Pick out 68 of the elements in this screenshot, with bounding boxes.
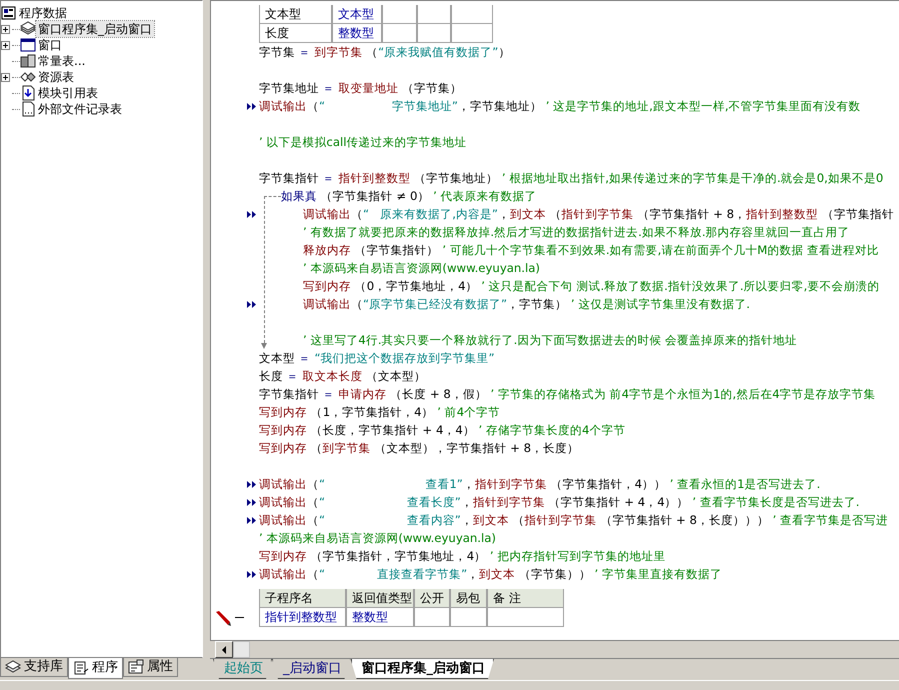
code-line: 字节集指针 ＝ 申请内存 （长度 + 8，假） ’ 字节集的存储格式为 前4字节是个永恒为1的,然后在4字节是存放字节集 bbox=[259, 386, 876, 403]
table-cell bbox=[451, 5, 493, 24]
table-cell bbox=[382, 24, 417, 43]
window-icon bbox=[20, 37, 36, 53]
comment-line: ’ 本源码来自易语言资源网(www.eyuyan.la) bbox=[302, 260, 540, 277]
code-line: 写到内存 （字节集指针，字节集地址，4） ’ 把内存指针写到字节集的地址里 bbox=[259, 548, 666, 565]
tree-item[interactable]: 模块引用表 bbox=[36, 85, 100, 101]
comment-line: ’ 本源码来自易语言资源网(www.eyuyan.la) bbox=[259, 530, 496, 547]
code-line: 调试输出（“ 查看长度”，指针到字节集 （字节集指针 + 4，4）） ’ 查看字节集长度是否写进去了. bbox=[259, 494, 860, 511]
column-header: 返回值类型 bbox=[346, 589, 414, 608]
column-header: 公开 bbox=[414, 589, 450, 608]
scroll-thumb[interactable] bbox=[233, 641, 250, 658]
code-line: 调试输出（“ 查看1”，指针到字节集 （字节集指针，4）） ’ 查看永恒的1是否写进去了. bbox=[259, 476, 820, 493]
document-pen-icon bbox=[73, 660, 89, 676]
table-cell bbox=[417, 24, 451, 43]
document-icon bbox=[20, 101, 36, 117]
comment-line: ’ 这里写了4行.其实只要一个释放就行了.因为下面写数据进去的时候 会覆盖掉原来的指针地址 bbox=[302, 332, 798, 349]
tree-item[interactable]: 窗口程序集_启动窗口 bbox=[36, 21, 154, 37]
table-cell bbox=[382, 5, 417, 24]
code-line: 字节集指针 ＝ 指针到整数型 （字节集地址） ’ 根据地址取出指针,如果传递过来的字节集是干净的.就会是0,如果不是0 bbox=[259, 170, 884, 187]
panel-tab[interactable]: 属性 bbox=[123, 658, 178, 677]
table-cell: 整数型 bbox=[346, 608, 414, 627]
tree-item[interactable]: 窗口 bbox=[36, 37, 64, 53]
expand-button[interactable] bbox=[1, 72, 10, 82]
table-cell bbox=[414, 608, 450, 627]
table-cell bbox=[451, 24, 493, 43]
code-line: 调试输出（“ 原来有数据了,内容是”，到文本 （指针到字节集 （字节集指针 + 8，指针到整数型 （字节集指针 bbox=[302, 206, 894, 223]
table-cell: 整数型 bbox=[332, 24, 382, 43]
document-tab[interactable]: _启动窗口 bbox=[272, 659, 350, 679]
table-cell: 文本型 bbox=[332, 5, 382, 24]
code-line: 长度 ＝ 取文本长度 （文本型） bbox=[259, 368, 426, 385]
code-line: 调试输出（“原字节集已经没有数据了”，字节集） ’ 这仅是测试字节集里没有数据了. bbox=[302, 296, 750, 313]
code-line: 释放内存 （字节集指针） ’ 可能几十个字节集看不到效果.如有需要,请在前面弄个几十M的数据 查看进程对比 bbox=[302, 242, 880, 259]
code-line: 调试输出（“ 字节集地址”，字节集地址） ’ 这是字节集的地址,跟文本型一样,不管字节集里面有没有数 bbox=[259, 98, 861, 115]
column-header: 子程序名 bbox=[259, 589, 346, 608]
tree-item[interactable]: 程序数据 bbox=[17, 5, 69, 21]
table-cell: 指针到整数型 bbox=[259, 608, 346, 627]
code-line: 写到内存 （长度，字节集指针 + 4，4） ’ 存储字节集长度的4个字节 bbox=[259, 422, 626, 439]
tree-item[interactable]: 外部文件记录表 bbox=[36, 101, 124, 117]
code-line: 调试输出（“ 查看内容”，到文本 （指针到字节集 （字节集指针 + 8，长度））） ’ 查看字节集是否写进 bbox=[259, 512, 888, 529]
code-line: 调试输出（“ 直接查看字节集”，到文本 （字节集）） ’ 字节集里直接有数据了 bbox=[259, 566, 722, 583]
tree-item[interactable]: 常量表... bbox=[36, 53, 88, 69]
column-header: 备 注 bbox=[487, 589, 564, 608]
expand-button[interactable] bbox=[1, 24, 10, 34]
panel-tab[interactable]: 程序 bbox=[68, 658, 123, 679]
comment-line: ’ 有数据了就要把原来的数据释放掉.然后才写进的数据指针进去.如果不释放.那内存容里就回一直占用了 bbox=[302, 224, 850, 241]
table-cell: 文本型 bbox=[259, 5, 332, 24]
code-line: 写到内存 （到字节集 （文本型），字节集指针 + 8，长度） bbox=[259, 440, 580, 457]
document-tab[interactable]: 窗口程序集_启动窗口 bbox=[350, 659, 494, 679]
expand-button[interactable] bbox=[1, 40, 10, 50]
tree-item[interactable]: 资源表 bbox=[36, 69, 76, 85]
code-line: 写到内存 （0，字节集地址，4） ’ 这只是配合下句 测试.释放了数据.指针没效果了.所以要归零,要不会崩溃的 bbox=[302, 278, 880, 295]
code-line: 文本型 ＝ “我们把这个数据存放到字节集里” bbox=[259, 350, 495, 367]
scroll-left-button[interactable] bbox=[215, 641, 233, 658]
left-arrow-icon bbox=[222, 646, 226, 654]
column-header: 易包 bbox=[450, 589, 487, 608]
comment-line: ’ 以下是模拟call传递过来的字节集地址 bbox=[259, 134, 467, 151]
panel-tab[interactable]: 支持库 bbox=[0, 658, 68, 677]
table-cell bbox=[450, 608, 487, 627]
code-line: 字节集 ＝ 到字节集 （“原来我赋值有数据了”） bbox=[259, 44, 510, 61]
code-line: 字节集地址 ＝ 取变量地址 （字节集） bbox=[259, 80, 462, 97]
stacked-sheets-icon bbox=[5, 659, 21, 675]
stacked-sheets-icon bbox=[20, 21, 36, 37]
table-cell: 长度 bbox=[259, 24, 332, 43]
document-arrow-icon bbox=[20, 85, 36, 101]
table-cell bbox=[417, 5, 451, 24]
condition-line: 如果真 （字节集指针 ≠ 0） ’ 代表原来有数据了 bbox=[280, 188, 537, 205]
code-line: 写到内存 （1，字节集指针，4） ’ 前4个字节 bbox=[259, 404, 500, 421]
